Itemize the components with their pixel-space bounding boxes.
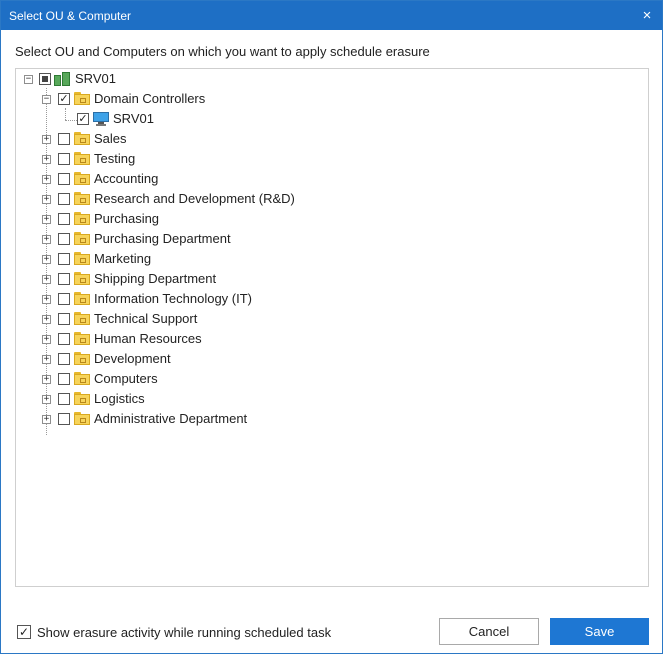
tree-node-ou: + Purchasing Department xyxy=(16,229,316,249)
select-ou-dialog: Select OU & Computer × Select OU and Com… xyxy=(0,0,663,654)
server-icon xyxy=(54,72,70,86)
tree-node-label: Computers xyxy=(94,371,158,386)
show-activity-label: Show erasure activity while running sche… xyxy=(37,625,332,640)
ou-checkbox[interactable] xyxy=(58,333,70,345)
tree-node-label: Research and Development (R&D) xyxy=(94,191,295,206)
folder-icon xyxy=(74,212,90,225)
tree-node-label: Testing xyxy=(94,151,136,166)
expand-toggle[interactable]: + xyxy=(42,275,51,284)
folder-icon xyxy=(74,192,90,205)
domain-controllers-checkbox[interactable]: ✓ xyxy=(58,93,70,105)
tree-node-ou: + Purchasing xyxy=(16,209,316,229)
root-checkbox[interactable] xyxy=(39,73,51,85)
instruction-text: Select OU and Computers on which you wan… xyxy=(15,44,430,59)
tree-node-ou: + Technical Support xyxy=(16,309,316,329)
title-bar: Select OU & Computer × xyxy=(1,1,662,30)
expand-toggle[interactable]: + xyxy=(42,195,51,204)
tree-node-label: Marketing xyxy=(94,251,152,266)
tree-node-ou: + Computers xyxy=(16,369,316,389)
tree-node-ou: + Shipping Department xyxy=(16,269,316,289)
tree-node-label: Information Technology (IT) xyxy=(94,291,252,306)
expand-toggle[interactable]: + xyxy=(42,375,51,384)
ou-checkbox[interactable] xyxy=(58,293,70,305)
expand-toggle[interactable]: + xyxy=(42,175,51,184)
ou-checkbox[interactable] xyxy=(58,213,70,225)
expand-toggle[interactable]: + xyxy=(42,355,51,364)
ou-checkbox[interactable] xyxy=(58,233,70,245)
folder-icon xyxy=(74,312,90,325)
tree-node-label: Domain Controllers xyxy=(94,91,206,106)
save-button[interactable]: Save xyxy=(550,618,649,645)
cancel-button[interactable]: Cancel xyxy=(439,618,539,645)
folder-icon xyxy=(74,132,90,145)
collapse-toggle[interactable]: − xyxy=(42,95,51,104)
close-icon[interactable]: × xyxy=(632,1,662,30)
folder-icon xyxy=(74,352,90,365)
ou-checkbox[interactable] xyxy=(58,393,70,405)
tree-node-label: SRV01 xyxy=(75,71,116,86)
tree-node-label: SRV01 xyxy=(113,111,154,126)
tree-node-ou: + Sales xyxy=(16,129,316,149)
tree-node-label: Purchasing xyxy=(94,211,160,226)
tree-node-label: Administrative Department xyxy=(94,411,248,426)
tree-node-label: Sales xyxy=(94,131,127,146)
ou-checkbox[interactable] xyxy=(58,153,70,165)
ou-tree[interactable]: − SRV01 − ✓ Domain Controllers ✓ SRV01 +… xyxy=(15,68,649,587)
expand-toggle[interactable]: + xyxy=(42,235,51,244)
expand-toggle[interactable]: + xyxy=(42,215,51,224)
tree-node-label: Technical Support xyxy=(94,311,198,326)
expand-toggle[interactable]: + xyxy=(42,155,51,164)
collapse-toggle[interactable]: − xyxy=(24,75,33,84)
tree-node-label: Human Resources xyxy=(94,331,202,346)
ou-checkbox[interactable] xyxy=(58,133,70,145)
folder-icon xyxy=(74,372,90,385)
tree-node-ou: + Testing xyxy=(16,149,316,169)
ou-checkbox[interactable] xyxy=(58,273,70,285)
show-activity-checkbox[interactable]: ✓ xyxy=(17,625,31,639)
folder-icon xyxy=(74,172,90,185)
expand-toggle[interactable]: + xyxy=(42,295,51,304)
ou-checkbox[interactable] xyxy=(58,313,70,325)
tree-node-label: Purchasing Department xyxy=(94,231,231,246)
expand-toggle[interactable]: + xyxy=(42,395,51,404)
tree-node-ou: + Marketing xyxy=(16,249,316,269)
folder-icon xyxy=(74,272,90,285)
tree-node-ou: + Research and Development (R&D) xyxy=(16,189,316,209)
computer-icon xyxy=(93,112,109,126)
folder-icon xyxy=(74,152,90,165)
expand-toggle[interactable]: + xyxy=(42,315,51,324)
folder-icon xyxy=(74,92,90,105)
ou-checkbox[interactable] xyxy=(58,253,70,265)
tree-node-label: Logistics xyxy=(94,391,145,406)
tree-node-ou: + Accounting xyxy=(16,169,316,189)
tree-node-label: Development xyxy=(94,351,171,366)
folder-icon xyxy=(74,412,90,425)
ou-checkbox[interactable] xyxy=(58,413,70,425)
folder-icon xyxy=(74,292,90,305)
tree-node-ou: + Administrative Department xyxy=(16,409,316,429)
ou-checkbox[interactable] xyxy=(58,173,70,185)
expand-toggle[interactable]: + xyxy=(42,255,51,264)
tree-node-label: Shipping Department xyxy=(94,271,217,286)
folder-icon xyxy=(74,252,90,265)
tree-node-ou: + Development xyxy=(16,349,316,369)
tree-node-ou: + Human Resources xyxy=(16,329,316,349)
ou-checkbox[interactable] xyxy=(58,193,70,205)
window-title: Select OU & Computer xyxy=(9,8,132,23)
expand-toggle[interactable]: + xyxy=(42,335,51,344)
expand-toggle[interactable]: + xyxy=(42,415,51,424)
tree-node-ou: + Information Technology (IT) xyxy=(16,289,316,309)
folder-icon xyxy=(74,232,90,245)
ou-checkbox[interactable] xyxy=(58,353,70,365)
tree-node-domain-controllers: − ✓ Domain Controllers xyxy=(16,89,316,109)
tree-node-ou: + Logistics xyxy=(16,389,316,409)
expand-toggle[interactable]: + xyxy=(42,135,51,144)
folder-icon xyxy=(74,392,90,405)
computer-checkbox[interactable]: ✓ xyxy=(77,113,89,125)
folder-icon xyxy=(74,332,90,345)
tree-node-root: − SRV01 xyxy=(16,69,316,89)
tree-node-label: Accounting xyxy=(94,171,159,186)
tree-node-dc-computer: ✓ SRV01 xyxy=(16,109,316,129)
ou-checkbox[interactable] xyxy=(58,373,70,385)
